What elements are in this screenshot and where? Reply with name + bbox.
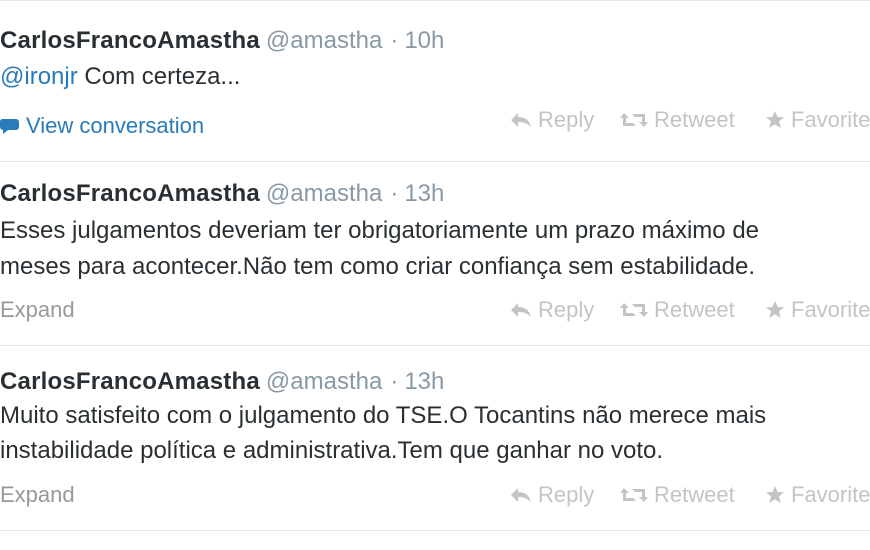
tweet-text: @ironjr Com certeza... — [0, 61, 240, 93]
retweet-arrows-icon — [620, 113, 648, 127]
reply-button[interactable]: Reply — [510, 482, 620, 508]
view-conversation-link[interactable]: View conversation — [0, 113, 204, 139]
tweet-timestamp[interactable]: 10h — [404, 27, 444, 54]
expand-link[interactable]: Expand — [0, 297, 75, 323]
author-name[interactable]: CarlosFrancoAmastha — [0, 180, 260, 207]
favorite-label: Favorite — [791, 297, 870, 322]
reply-arrow-icon — [511, 113, 531, 127]
view-conversation-label: View conversation — [26, 113, 205, 138]
author-name[interactable]: CarlosFrancoAmastha — [0, 27, 260, 54]
reply-label: Reply — [538, 107, 595, 132]
star-icon — [766, 301, 784, 318]
tweet-header: CarlosFrancoAmastha @amastha · 10h — [0, 26, 444, 56]
favorite-button[interactable]: Favorite — [765, 482, 870, 508]
tweet-text-body: Com certeza... — [77, 63, 241, 90]
author-handle[interactable]: @amastha — [266, 180, 382, 207]
favorite-button[interactable]: Favorite — [765, 107, 870, 133]
retweet-arrows-icon — [620, 488, 648, 502]
reply-label: Reply — [538, 297, 595, 322]
tweet-text-line-1: Esses julgamentos deveriam ter obrigator… — [0, 217, 760, 244]
tweet-header: CarlosFrancoAmastha @amastha · 13h — [0, 367, 444, 397]
retweet-label: Retweet — [654, 297, 735, 322]
favorite-label: Favorite — [791, 482, 870, 507]
speech-bubble-icon — [0, 119, 19, 134]
retweet-button[interactable]: Retweet — [620, 107, 765, 133]
tweet-text-line-1: Muito satisfeito com o julgamento do TSE… — [0, 402, 767, 429]
tweet-actions: Reply Retweet Favorite — [510, 482, 870, 508]
retweet-arrows-icon — [620, 303, 648, 317]
reply-button[interactable]: Reply — [510, 107, 620, 133]
expand-label: Expand — [0, 297, 75, 322]
mention-link[interactable]: @ironjr — [0, 63, 78, 90]
retweet-label: Retweet — [654, 107, 735, 132]
tweet-actions: Reply Retweet Favorite — [510, 297, 870, 323]
author-handle[interactable]: @amastha — [266, 368, 382, 395]
favorite-button[interactable]: Favorite — [765, 297, 870, 323]
tweet-header: CarlosFrancoAmastha @amastha · 13h — [0, 179, 444, 209]
star-icon — [766, 111, 784, 128]
expand-label: Expand — [0, 482, 75, 507]
reply-button[interactable]: Reply — [510, 297, 620, 323]
separator-dot: · — [390, 27, 399, 54]
retweet-button[interactable]: Retweet — [620, 297, 765, 323]
separator-dot: · — [390, 180, 399, 207]
tweet-item[interactable]: CarlosFrancoAmastha @amastha · 10h @ironjr … — [0, 0, 870, 162]
favorite-label: Favorite — [791, 107, 870, 132]
tweet-timestamp[interactable]: 13h — [404, 180, 444, 207]
tweet-item[interactable]: CarlosFrancoAmastha @amastha · 13h Muito sa… — [0, 346, 870, 531]
retweet-button[interactable]: Retweet — [620, 482, 765, 508]
reply-arrow-icon — [511, 303, 531, 317]
reply-label: Reply — [538, 482, 595, 507]
star-icon — [766, 486, 784, 503]
separator-dot: · — [390, 368, 399, 395]
tweet-timestamp[interactable]: 13h — [404, 368, 444, 395]
reply-arrow-icon — [511, 488, 531, 502]
tweet-text-line-2: meses para acontecer.Não tem como criar … — [0, 253, 756, 280]
expand-link[interactable]: Expand — [0, 482, 75, 508]
author-handle[interactable]: @amastha — [266, 27, 382, 54]
tweet-item[interactable]: CarlosFrancoAmastha @amastha · 13h Esses ju… — [0, 161, 870, 346]
tweet-actions: Reply Retweet Favorite — [510, 107, 870, 133]
author-name[interactable]: CarlosFrancoAmastha — [0, 368, 260, 395]
retweet-label: Retweet — [654, 482, 735, 507]
tweet-text-line-2: instabilidade política e administrativa.… — [0, 437, 664, 464]
